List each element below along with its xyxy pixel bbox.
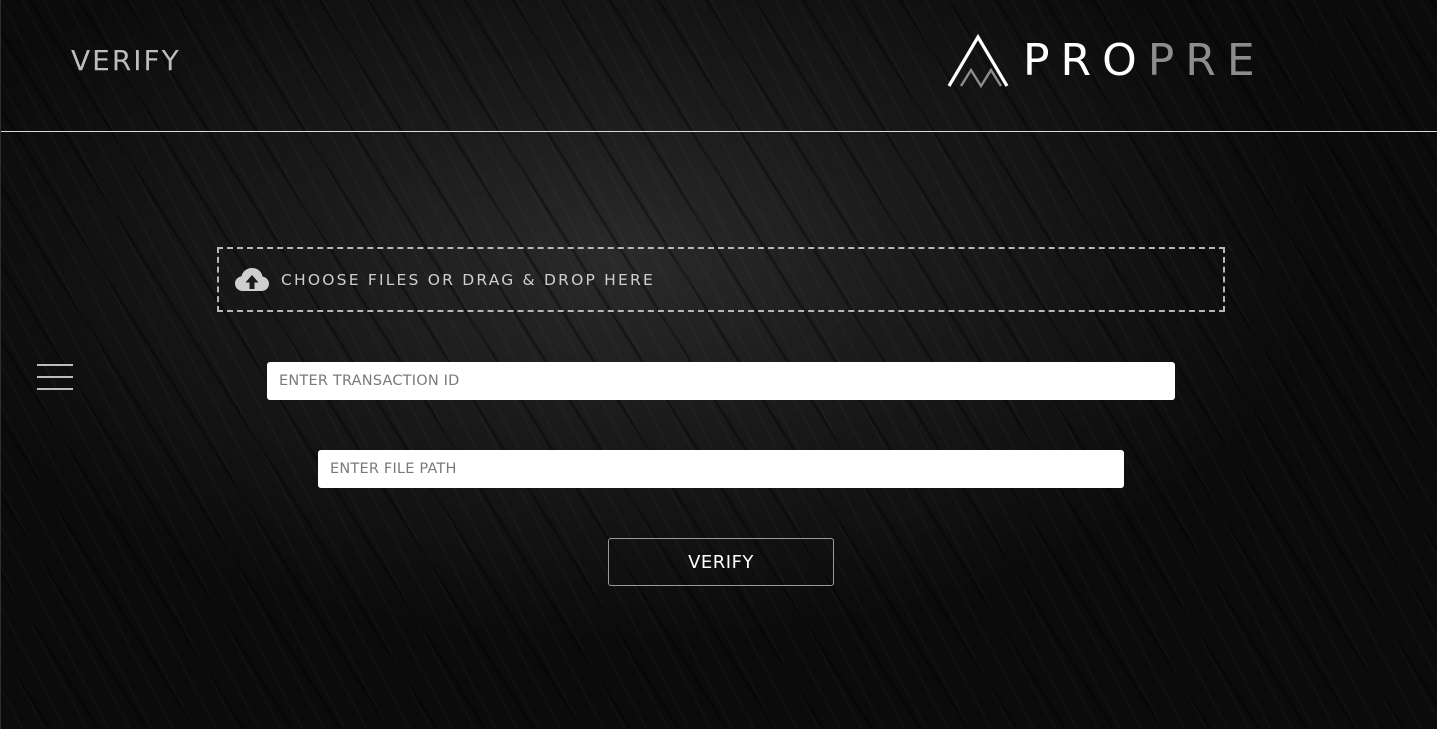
verify-button[interactable]: VERIFY — [608, 538, 834, 586]
brand-wordmark-secondary: PRE — [1147, 35, 1266, 86]
cloud-upload-icon — [235, 267, 269, 291]
page-title: VERIFY — [71, 44, 181, 77]
file-dropzone[interactable]: CHOOSE FILES OR DRAG & DROP HERE — [217, 247, 1225, 312]
hamburger-menu-icon[interactable] — [37, 362, 73, 392]
brand-wordmark-primary: PRO — [1023, 35, 1148, 86]
menu-line-top — [37, 364, 73, 366]
transaction-id-input[interactable] — [267, 362, 1175, 400]
menu-line-middle — [37, 376, 73, 378]
propre-logo-mark-icon — [947, 34, 1009, 88]
brand-logo[interactable]: PROPRE — [947, 33, 1337, 89]
menu-line-bottom — [37, 388, 73, 390]
verify-page: VERIFY PROPRE CHOOSE FILES OR DRAG & DRO… — [0, 0, 1437, 729]
page-header: VERIFY PROPRE — [1, 0, 1437, 132]
file-path-input[interactable] — [318, 450, 1124, 488]
dropzone-label: CHOOSE FILES OR DRAG & DROP HERE — [281, 270, 655, 289]
brand-wordmark: PROPRE — [1023, 34, 1266, 88]
